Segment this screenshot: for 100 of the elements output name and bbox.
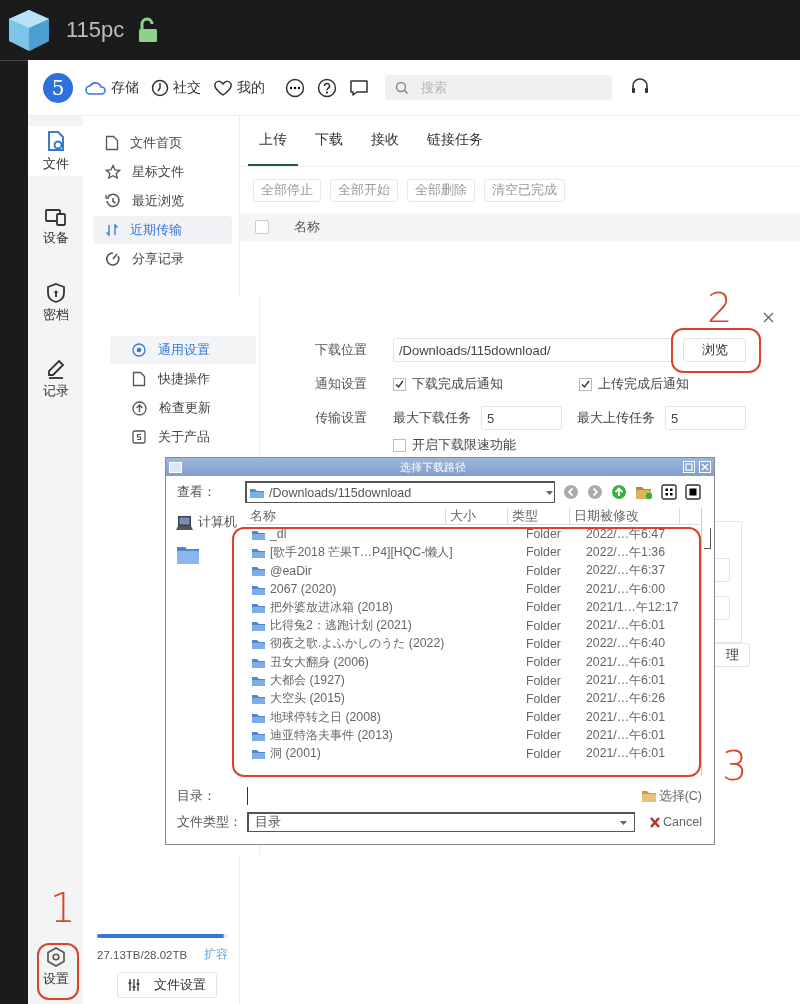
share-icon <box>105 251 121 267</box>
folder-icon <box>249 486 265 499</box>
scrollbar[interactable] <box>701 508 712 776</box>
download-path-field[interactable]: /Downloads/115download/ <box>393 338 673 362</box>
settings-item[interactable]: 设置 <box>28 942 83 992</box>
max-download-field[interactable]: 5 <box>481 406 562 430</box>
close-button[interactable] <box>699 461 711 473</box>
checkbox[interactable] <box>393 438 406 452</box>
tab[interactable]: 链接任务 <box>416 116 494 166</box>
annotation-number: 1 <box>50 888 76 928</box>
table-cell-text: 2021/…午6:01 <box>586 745 666 763</box>
folder-icon <box>251 564 266 578</box>
table-cell-text: 2022/…午6:37 <box>586 562 666 580</box>
field-label: 最大下载任务 <box>393 409 472 427</box>
nav-link[interactable]: 我的 <box>213 78 265 97</box>
heart-icon <box>213 78 233 97</box>
tab[interactable]: 接收 <box>360 116 410 166</box>
column-header[interactable]: 大小 <box>446 507 508 525</box>
table-cell-text: 2022/…午1:36 <box>586 543 666 561</box>
browse-button[interactable]: 浏览 <box>683 338 746 362</box>
table-cell-text: Folder <box>526 728 562 743</box>
column-header: 名称 <box>294 218 320 236</box>
checkbox[interactable] <box>393 377 406 391</box>
table-cell-text: Folder <box>526 618 562 633</box>
help-icon <box>317 77 337 98</box>
nav-link[interactable]: 社交 <box>151 78 201 97</box>
table-cell-text: Folder <box>526 691 562 706</box>
detail-view-icon <box>685 484 701 500</box>
choose-button[interactable]: 选择(C) <box>640 787 702 805</box>
search-field[interactable]: 搜索 <box>385 75 612 100</box>
more-icon <box>285 77 305 98</box>
restore-button[interactable] <box>683 461 695 473</box>
checkbox[interactable] <box>579 377 592 391</box>
table-cell-text: 2021/…午6:00 <box>586 580 666 598</box>
annotation-number: 2 <box>707 288 733 328</box>
sidebar-item[interactable]: 星标文件 <box>93 158 232 186</box>
storage-usage: 27.13TB/28.02TB <box>97 948 188 961</box>
sidebar-item[interactable]: 最近浏览 <box>93 187 232 215</box>
settings-icon <box>46 946 65 967</box>
folder-row[interactable]: 2067 (2020) <box>246 582 526 597</box>
file-settings-button[interactable]: 文件设置 <box>117 972 217 998</box>
table-cell-text: 2021/…午6:01 <box>586 708 666 726</box>
folder-icon <box>251 637 266 651</box>
column-header[interactable]: 日期被修改 <box>570 507 680 525</box>
table-cell-text: Folder <box>526 655 562 670</box>
notify-option[interactable]: 上传完成后通知 <box>579 375 765 393</box>
folder-row[interactable]: 洞 (2001) <box>246 745 526 763</box>
folder-row[interactable]: 大都会 (1927) <box>246 672 526 689</box>
app-title: 115pc <box>66 17 125 43</box>
rail-item[interactable]: 记录 <box>28 354 83 404</box>
settings-nav-item[interactable]: 关于产品 <box>110 423 256 451</box>
back-icon <box>563 484 579 500</box>
settings-nav-item[interactable]: 快捷操作 <box>110 365 256 393</box>
cancel-button[interactable]: Cancel <box>649 815 702 829</box>
file-type-dropdown[interactable]: 目录 <box>247 812 635 832</box>
notify-option[interactable]: 下载完成后通知 <box>393 375 579 393</box>
up-icon <box>611 484 627 500</box>
max-upload-field[interactable]: 5 <box>665 406 746 430</box>
nav-link[interactable]: 存储 <box>85 78 139 97</box>
dialog-title: 选择下载路径 <box>398 459 467 475</box>
folder-row[interactable]: 把外婆放进冰箱 (2018) <box>246 598 526 616</box>
app-logo[interactable]: 5 <box>43 72 73 103</box>
sidebar-item[interactable]: 文件首页 <box>93 129 232 157</box>
radio-target-icon <box>132 343 146 357</box>
place-item[interactable]: 计算机 <box>176 514 246 531</box>
table-cell-text: 2021/1…午12:17 <box>586 598 680 616</box>
table-cell-text: 2022/…午6:40 <box>586 635 666 653</box>
select-all-checkbox[interactable] <box>255 220 269 234</box>
folder-row[interactable]: 彻夜之歌.よふかしのうた (2022) <box>246 635 526 653</box>
file-icon <box>45 129 66 152</box>
rail-item[interactable]: 文件 <box>28 126 83 176</box>
column-header[interactable]: 名称 <box>246 507 446 525</box>
field-label: 下载位置 <box>315 341 368 359</box>
folder-row[interactable]: 比得兔2：逃跑计划 (2021) <box>246 617 526 635</box>
sidebar-item[interactable]: 近期传输 <box>93 216 232 244</box>
folder-row[interactable]: 大空头 (2015) <box>246 690 526 708</box>
folder-row[interactable]: @eaDir <box>246 563 526 578</box>
folder-row[interactable]: [歌手2018 芒果T…P4][HQC-懒人] <box>246 543 526 561</box>
table-cell-text: 2021/…午6:01 <box>586 653 666 671</box>
sidebar-item[interactable]: 分享记录 <box>93 245 232 273</box>
folder-row[interactable]: 迪亚特洛夫事件 (2013) <box>246 726 526 744</box>
folder-row[interactable]: 丑女大翻身 (2006) <box>246 653 526 671</box>
rail-item[interactable]: 密档 <box>28 278 83 328</box>
tab[interactable]: 上传 <box>248 116 298 166</box>
speed-limit-option[interactable]: 开启下载限速功能 <box>393 436 516 454</box>
shield-icon <box>46 282 65 303</box>
field-label: 查看： <box>177 483 217 501</box>
table-cell-text: 2021/…午6:26 <box>586 690 666 708</box>
star-icon <box>105 164 121 180</box>
restore-icon <box>685 463 693 471</box>
settings-nav-item[interactable]: 通用设置 <box>110 336 256 364</box>
settings-nav-item[interactable]: 检查更新 <box>110 394 256 422</box>
rail-item[interactable]: 设备 <box>28 202 83 252</box>
column-header[interactable]: 类型 <box>508 507 570 525</box>
devices-icon <box>44 207 67 226</box>
table-cell-text: Folder <box>526 563 562 578</box>
cloud-icon <box>85 79 107 96</box>
folder-row[interactable]: 地球停转之日 (2008) <box>246 708 526 726</box>
tab[interactable]: 下载 <box>304 116 354 166</box>
look-in-dropdown[interactable]: /Downloads/115download <box>245 481 555 503</box>
